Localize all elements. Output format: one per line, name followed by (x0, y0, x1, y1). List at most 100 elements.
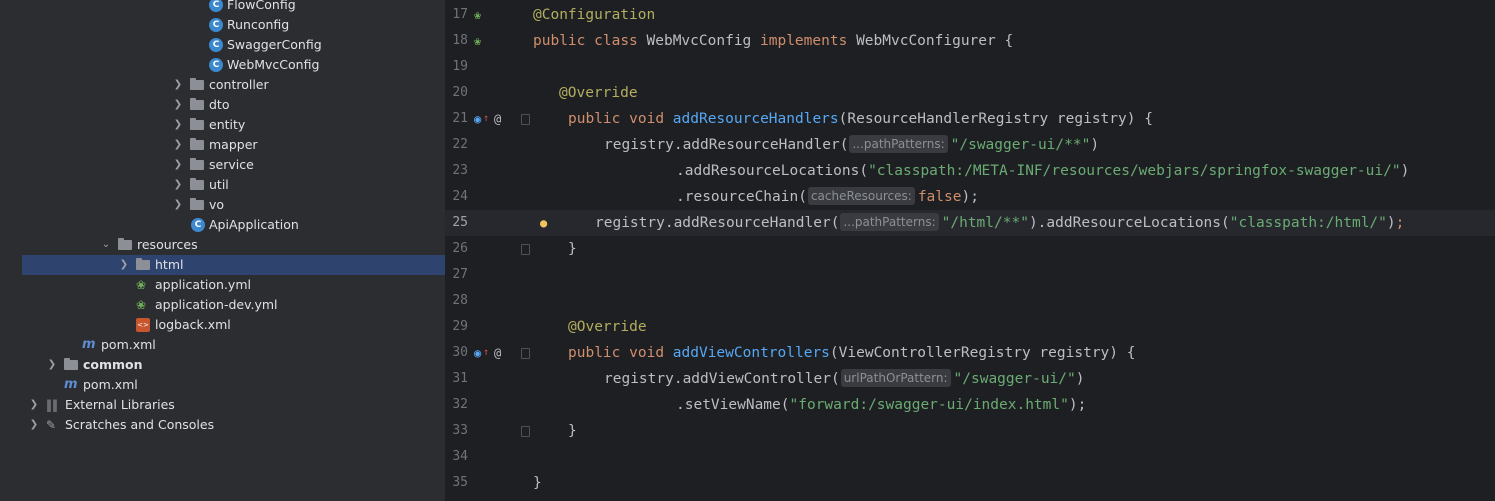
code-line-19[interactable]: 19 (445, 54, 1495, 80)
maven-icon: m (64, 377, 78, 392)
tree-item-dto[interactable]: ❯ dto (22, 95, 445, 115)
tree-item-html[interactable]: ❯ html (22, 255, 445, 275)
tree-item-resources[interactable]: ⌄ resources (22, 235, 445, 255)
chevron-right-icon[interactable]: ❯ (118, 255, 130, 275)
override-method-icon[interactable]: ◉ (474, 106, 481, 132)
spring-bean-icon[interactable]: ❀ (474, 2, 481, 28)
code-token: WebMvcConfigurer { (856, 33, 1014, 49)
tree-item-controller[interactable]: ❯ controller (22, 75, 445, 95)
chevron-down-icon[interactable]: ⌄ (100, 235, 112, 255)
maven-icon: m (82, 337, 96, 352)
tree-item-label: service (209, 157, 254, 172)
tree-item-apiapplication[interactable]: C ApiApplication (22, 215, 445, 235)
spring-bean-icon[interactable]: ❀ (474, 28, 481, 54)
code-line-23[interactable]: 23 .addResourceLocations("classpath:/MET… (445, 158, 1495, 184)
tree-item-common[interactable]: ❯ common (22, 355, 445, 375)
tree-item-swaggerconfig[interactable]: C SwaggerConfig (22, 35, 445, 55)
tree-item-logback-xml[interactable]: <> logback.xml (22, 315, 445, 335)
spring-boot-class-icon: C (191, 218, 205, 232)
code-line-22[interactable]: 22 registry.addResourceHandler(...pathPa… (445, 132, 1495, 158)
tree-item-vo[interactable]: ❯ vo (22, 195, 445, 215)
code-line-31[interactable]: 31 registry.addViewController(urlPathOrP… (445, 366, 1495, 392)
tree-item-service[interactable]: ❯ service (22, 155, 445, 175)
chevron-right-icon[interactable]: ❯ (46, 355, 58, 375)
string-token: "/html/**" (941, 215, 1029, 231)
chevron-right-icon[interactable]: ❯ (28, 415, 40, 435)
code-token: } (533, 475, 542, 491)
project-tree-panel: C FlowConfig C Runconfig C SwaggerConfig… (0, 0, 445, 501)
tree-item-label: application-dev.yml (155, 297, 278, 312)
code-line-29[interactable]: 29 @Override (445, 314, 1495, 340)
code-token: ).addResourceLocations( (1028, 215, 1230, 231)
code-line-26[interactable]: 26 } (445, 236, 1495, 262)
code-line-28[interactable]: 28 (445, 288, 1495, 314)
tree-item-label: ApiApplication (209, 217, 299, 232)
chevron-right-icon[interactable]: ❯ (172, 75, 184, 95)
chevron-right-icon[interactable]: ❯ (172, 175, 184, 195)
code-line-30[interactable]: 30 ◉ ↑ @ public void addViewControllers(… (445, 340, 1495, 366)
keyword-token: void (629, 111, 665, 127)
override-method-icon[interactable]: ◉ (474, 340, 481, 366)
tree-item-application-dev-yml[interactable]: ❀ application-dev.yml (22, 295, 445, 315)
code-line-33[interactable]: 33 } (445, 418, 1495, 444)
code-line-32[interactable]: 32 .setViewName("forward:/swagger-ui/ind… (445, 392, 1495, 418)
tree-item-flowconfig[interactable]: C FlowConfig (22, 0, 445, 15)
class-icon: C (209, 0, 223, 12)
lightbulb-icon[interactable]: ● (540, 210, 547, 236)
fold-marker-icon[interactable] (521, 114, 530, 125)
tree-item-util[interactable]: ❯ util (22, 175, 445, 195)
fold-marker-icon[interactable] (521, 244, 530, 255)
code-line-35[interactable]: 35 } (445, 470, 1495, 496)
spring-yaml-icon: ❀ (136, 298, 147, 312)
code-line-24[interactable]: 24 .resourceChain(cacheResources: false); (445, 184, 1495, 210)
fold-marker-icon[interactable] (521, 348, 530, 359)
chevron-right-icon[interactable]: ❯ (28, 395, 40, 415)
at-icon[interactable]: @ (494, 106, 501, 132)
code-line-21[interactable]: 21 ◉ ↑ @ public void addResourceHandlers… (445, 106, 1495, 132)
parameter-hint: cacheResources: (807, 187, 915, 205)
tree-item-label: vo (209, 197, 225, 212)
code-line-20[interactable]: 20 @Override (445, 80, 1495, 106)
chevron-right-icon[interactable]: ❯ (172, 95, 184, 115)
line-number: 31 (452, 371, 468, 386)
chevron-right-icon[interactable]: ❯ (172, 135, 184, 155)
code-line-25[interactable]: 25 ● registry.addResourceHandler(...path… (445, 210, 1495, 236)
tree-item-label: FlowConfig (227, 0, 296, 12)
tree-item-external-libraries[interactable]: ❯ ‖‖ External Libraries (22, 395, 445, 415)
fold-marker-icon[interactable] (521, 426, 530, 437)
tree-item-scratches[interactable]: ❯ ✎ Scratches and Consoles (22, 415, 445, 435)
annotation-token: @Override (568, 319, 647, 335)
code-editor[interactable]: 17 ❀ @Configuration 18 ❀ public class We… (445, 0, 1495, 501)
line-number: 22 (452, 137, 468, 152)
line-number: 21 (452, 111, 468, 126)
code-token: } (568, 423, 577, 439)
code-line-34[interactable]: 34 (445, 444, 1495, 470)
code-token: .resourceChain( (676, 189, 807, 205)
tree-item-application-yml[interactable]: ❀ application.yml (22, 275, 445, 295)
tree-item-runconfig[interactable]: C Runconfig (22, 15, 445, 35)
tree-item-label: Scratches and Consoles (65, 417, 215, 432)
tree-item-root-pom-xml[interactable]: m pom.xml (22, 375, 445, 395)
libraries-icon: ‖‖ (46, 398, 58, 412)
code-line-18[interactable]: 18 ❀ public class WebMvcConfig implement… (445, 28, 1495, 54)
chevron-right-icon[interactable]: ❯ (172, 155, 184, 175)
tree-item-entity[interactable]: ❯ entity (22, 115, 445, 135)
class-icon: C (209, 58, 223, 72)
folder-icon (190, 198, 204, 210)
tree-item-label: common (83, 357, 143, 372)
code-line-17[interactable]: 17 ❀ @Configuration (445, 2, 1495, 28)
chevron-right-icon[interactable]: ❯ (172, 195, 184, 215)
line-number: 33 (452, 423, 468, 438)
tree-item-pom-xml[interactable]: m pom.xml (22, 335, 445, 355)
tree-item-label: WebMvcConfig (227, 57, 320, 72)
folder-icon (190, 98, 204, 110)
parameter-hint: ...pathPatterns: (840, 213, 939, 231)
line-number: 32 (452, 397, 468, 412)
tree-item-label: html (155, 257, 184, 272)
tree-item-mapper[interactable]: ❯ mapper (22, 135, 445, 155)
tree-item-webmvcconfig[interactable]: C WebMvcConfig (22, 55, 445, 75)
chevron-right-icon[interactable]: ❯ (172, 115, 184, 135)
tool-window-strip (0, 0, 22, 501)
code-line-27[interactable]: 27 (445, 262, 1495, 288)
at-icon[interactable]: @ (494, 340, 501, 366)
